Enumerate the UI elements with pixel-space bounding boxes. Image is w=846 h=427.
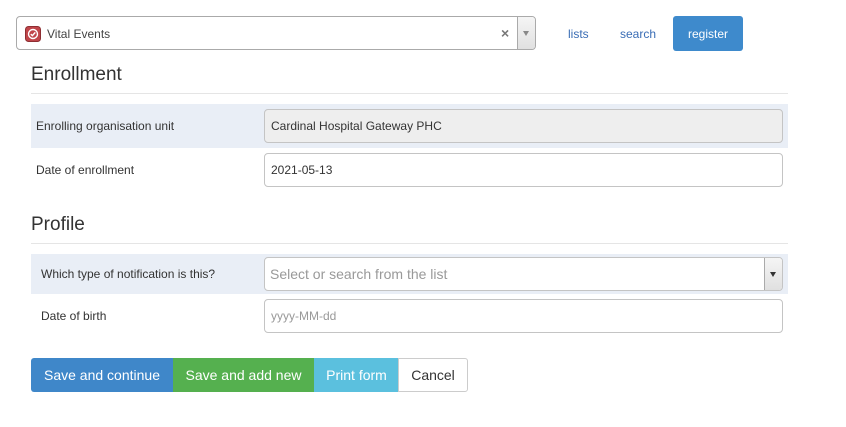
nav-lists-link[interactable]: lists <box>568 27 589 41</box>
date-of-birth-label: Date of birth <box>41 309 107 323</box>
print-form-button[interactable]: Print form <box>314 358 399 392</box>
notification-type-row: Which type of notification is this? Sele… <box>31 254 788 294</box>
notification-type-label: Which type of notification is this? <box>41 267 216 281</box>
save-and-continue-button[interactable]: Save and continue <box>31 358 173 392</box>
date-of-birth-input[interactable]: yyyy-MM-dd <box>264 299 783 333</box>
enrollment-section-title: Enrollment <box>31 64 122 85</box>
enrollment-date-value: 2021-05-13 <box>271 163 333 177</box>
enrollment-date-row: Date of enrollment 2021-05-13 <box>31 148 788 192</box>
cancel-button[interactable]: Cancel <box>398 358 468 392</box>
program-select[interactable]: Vital Events × <box>16 16 536 50</box>
save-and-add-new-button[interactable]: Save and add new <box>173 358 314 392</box>
vital-events-icon <box>25 26 41 42</box>
enrollment-date-input[interactable]: 2021-05-13 <box>264 153 783 187</box>
register-button[interactable]: register <box>673 16 743 51</box>
enrolling-org-unit-field: Cardinal Hospital Gateway PHC <box>264 109 783 143</box>
program-selected-value: Vital Events <box>47 27 111 41</box>
nav-search-link[interactable]: search <box>620 27 656 41</box>
date-of-birth-placeholder: yyyy-MM-dd <box>271 309 337 323</box>
notification-type-placeholder: Select or search from the list <box>270 266 448 282</box>
enrolling-org-unit-value: Cardinal Hospital Gateway PHC <box>271 119 442 133</box>
enrollment-divider <box>31 93 788 94</box>
chevron-down-icon[interactable] <box>517 17 535 49</box>
profile-section-title: Profile <box>31 214 85 235</box>
clear-selection-icon[interactable]: × <box>501 25 509 41</box>
chevron-down-icon[interactable] <box>764 258 782 290</box>
enrollment-date-label: Date of enrollment <box>36 163 135 177</box>
date-of-birth-row: Date of birth yyyy-MM-dd <box>31 296 788 336</box>
enrolling-org-unit-label: Enrolling organisation unit <box>36 119 175 133</box>
enrolling-org-unit-row: Enrolling organisation unit Cardinal Hos… <box>31 104 788 148</box>
notification-type-select[interactable]: Select or search from the list <box>264 257 783 291</box>
profile-divider <box>31 243 788 244</box>
